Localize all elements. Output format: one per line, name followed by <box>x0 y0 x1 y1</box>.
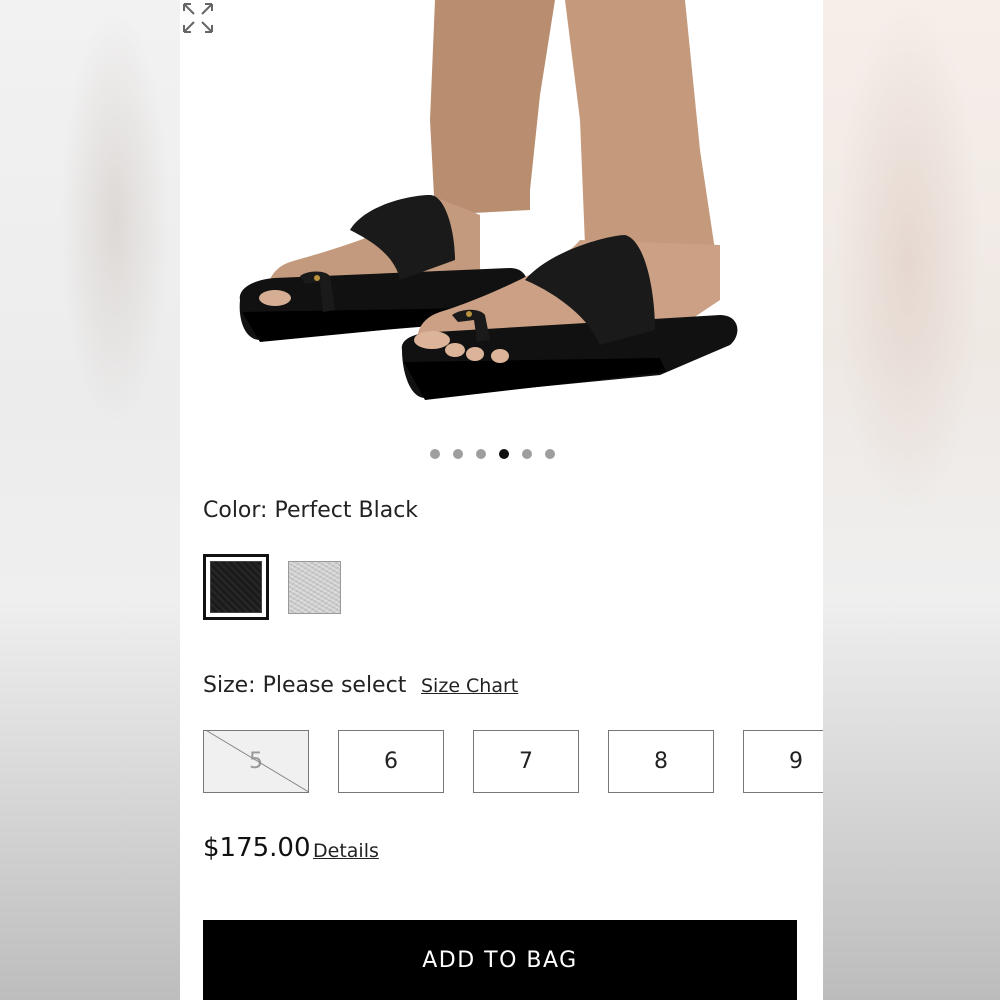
add-to-bag-button[interactable]: ADD TO BAG <box>203 920 797 1000</box>
size-option-label: 7 <box>519 749 533 774</box>
color-swatch-silver[interactable] <box>288 561 341 614</box>
gallery-dot-active[interactable] <box>499 449 509 459</box>
size-option-7[interactable]: 7 <box>473 730 579 793</box>
gallery-dot[interactable] <box>476 449 486 459</box>
gallery-dot[interactable] <box>545 449 555 459</box>
size-option-6[interactable]: 6 <box>338 730 444 793</box>
size-option-label: 8 <box>654 749 668 774</box>
sandal-illustration <box>239 0 738 400</box>
unavailable-slash <box>206 731 308 792</box>
size-option-9[interactable]: 9 <box>743 730 823 793</box>
color-label: Color: Perfect Black <box>203 498 419 523</box>
expand-icon[interactable] <box>180 0 216 36</box>
gallery-dot[interactable] <box>522 449 532 459</box>
size-option-label: 5 <box>249 749 263 774</box>
gallery-pagination <box>430 449 555 459</box>
color-swatch-selected[interactable] <box>203 554 269 620</box>
size-label: Size: Please select <box>203 673 407 698</box>
product-image[interactable] <box>180 0 823 430</box>
size-chart-link[interactable]: Size Chart <box>421 675 518 697</box>
gallery-dot[interactable] <box>453 449 463 459</box>
background-right <box>823 0 1000 1000</box>
size-option-label: 6 <box>384 749 398 774</box>
background-left <box>0 0 180 1000</box>
size-option-5[interactable]: 5 <box>203 730 309 793</box>
swatch-black <box>210 561 262 613</box>
price: $175.00 <box>203 833 311 863</box>
size-option-8[interactable]: 8 <box>608 730 714 793</box>
product-page: Color: Perfect Black Size: Please select… <box>180 0 823 1000</box>
gallery-dot[interactable] <box>430 449 440 459</box>
details-link[interactable]: Details <box>313 840 379 862</box>
size-option-label: 9 <box>789 749 803 774</box>
